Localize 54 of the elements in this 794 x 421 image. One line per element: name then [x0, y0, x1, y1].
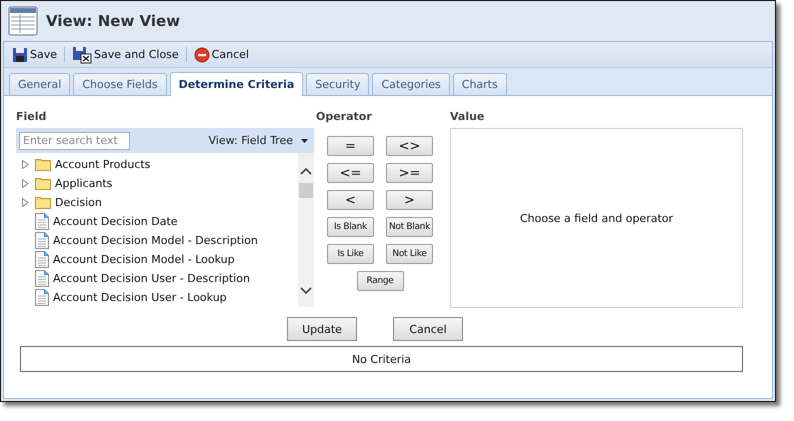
document-icon: [35, 251, 49, 268]
view-dropdown[interactable]: View: Field Tree: [208, 134, 308, 147]
cancel-icon: [194, 46, 210, 62]
operator-button[interactable]: <=: [327, 163, 374, 183]
value-heading: Value: [450, 110, 486, 125]
document-icon: [35, 232, 49, 249]
toolbar-button[interactable]: Cancel: [192, 46, 251, 62]
tree-item[interactable]: Account Decision Model - Description: [16, 231, 298, 250]
tree-item[interactable]: Decision: [16, 193, 298, 212]
operator-button[interactable]: >: [386, 190, 433, 210]
tree-item[interactable]: Account Decision User - Lookup: [16, 288, 298, 307]
folder-icon: [35, 177, 51, 190]
tab[interactable]: Categories: [372, 73, 450, 95]
tree-item[interactable]: Account Decision Date: [16, 212, 298, 231]
action-button[interactable]: Update: [287, 317, 357, 341]
operator-button[interactable]: <>: [386, 136, 433, 156]
operator-button[interactable]: =: [327, 136, 374, 156]
operator-button[interactable]: >=: [386, 163, 433, 183]
operator-button[interactable]: Not Blank: [386, 217, 433, 237]
field-heading: Field: [16, 110, 48, 125]
document-icon: [35, 289, 49, 306]
folder-icon: [35, 158, 51, 171]
table-icon: [8, 6, 38, 36]
tab[interactable]: Security: [306, 73, 370, 95]
operator-button[interactable]: Is Like: [327, 244, 374, 264]
value-message: Choose a field and operator: [520, 212, 674, 224]
document-icon: [35, 213, 49, 230]
search-field[interactable]: Enter search text: [19, 132, 130, 150]
window-title: View: New View: [46, 12, 180, 30]
criteria-text: No Criteria: [352, 352, 412, 366]
operator-heading: Operator: [316, 110, 373, 125]
operator-button[interactable]: Is Blank: [327, 217, 374, 237]
action-button[interactable]: Cancel: [393, 317, 463, 341]
dropdown-arrow-icon: [301, 138, 308, 142]
folder-icon: [35, 196, 51, 209]
operator-button[interactable]: Range: [356, 271, 404, 291]
scroll-down-icon: [300, 287, 312, 295]
floppy-disk-close-icon: [72, 46, 92, 64]
operator-button[interactable]: Not Like: [386, 244, 433, 264]
tree-item[interactable]: Applicants: [16, 174, 298, 193]
tab[interactable]: General: [9, 73, 70, 95]
scrollbar[interactable]: [298, 153, 314, 307]
tab[interactable]: Charts: [452, 73, 507, 95]
scroll-up-icon: [300, 167, 312, 175]
operator-button[interactable]: <: [327, 190, 374, 210]
scroll-thumb[interactable]: [299, 183, 313, 198]
tab[interactable]: Determine Criteria: [170, 72, 304, 96]
tree-item[interactable]: Account Decision Model - Lookup: [16, 250, 298, 269]
toolbar-button[interactable]: Save: [10, 46, 60, 62]
toolbar-button[interactable]: Save and Close: [70, 46, 181, 64]
tab[interactable]: Choose Fields: [73, 73, 167, 95]
tree-item[interactable]: Account Products: [16, 155, 298, 174]
document-icon: [35, 270, 49, 287]
tree-item[interactable]: Account Decision User - Description: [16, 269, 298, 288]
